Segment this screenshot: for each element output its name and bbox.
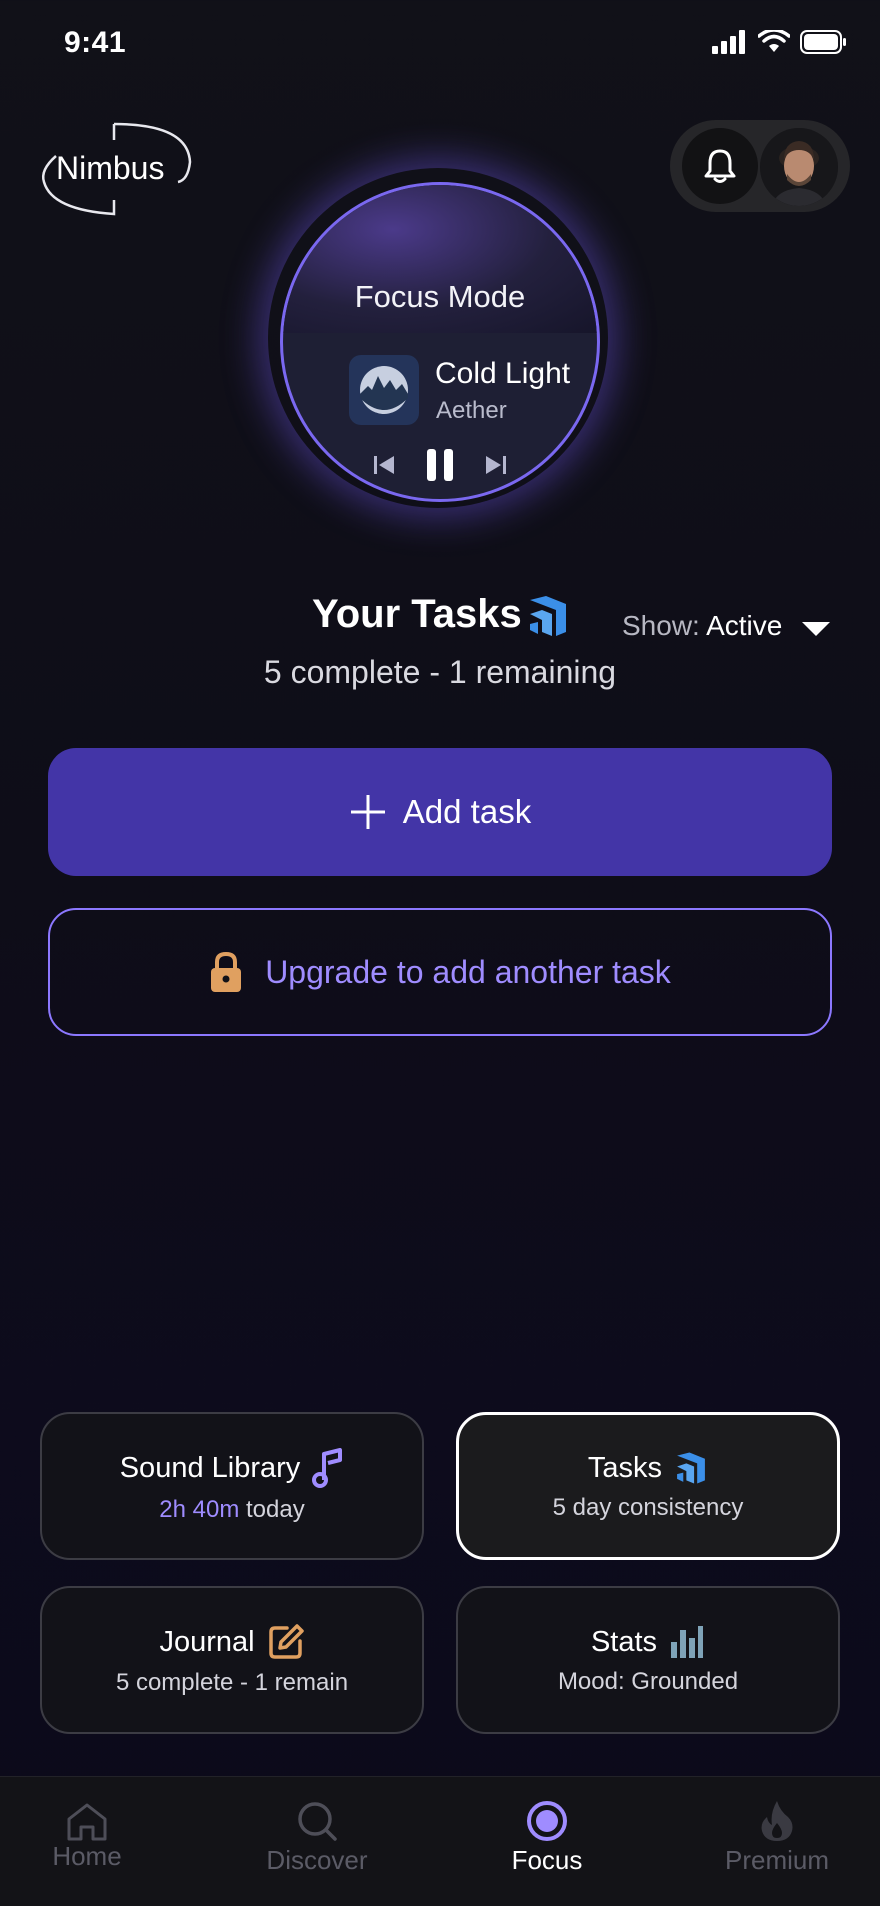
filter-dropdown[interactable]: Show: Active [622,610,782,642]
song-title: Cold Light [435,357,571,390]
app-logo: Nimbus [56,150,165,186]
journal-sub: 5 complete - 1 remain [115,1669,349,1696]
bell-icon [704,149,736,183]
status-icons [712,30,848,54]
chevron-down-icon[interactable] [802,622,830,638]
journal-title: Journal [159,1625,255,1658]
tasks-card[interactable]: Tasks 5 day consistency [456,1412,840,1560]
home-icon [67,1803,107,1841]
nav-focus-label: Focus [511,1845,583,1875]
stats-title-row: Stats [591,1624,705,1660]
music-note-icon [312,1448,343,1488]
focus-player[interactable]: Focus Mode Cold Light Aether [280,182,600,502]
listening-time: 2h 40m [159,1496,240,1523]
stats-icon [671,1626,704,1658]
wifi-icon [758,30,790,52]
stats-sub: Mood: Grounded [557,1668,739,1695]
playback-controls [283,447,597,483]
avatar-image [760,128,838,206]
tasks-logo-icon [677,1452,705,1484]
upgrade-label: Upgrade to add another task [265,953,671,990]
nav-home[interactable]: Home [0,1777,177,1906]
notifications-button[interactable] [682,128,758,204]
tasks-card-title-row: Tasks [588,1450,708,1486]
add-task-label: Add task [402,793,532,830]
nav-premium-label: Premium [724,1845,829,1875]
focus-mode-title: Focus Mode [354,279,526,314]
plus-icon [350,795,385,829]
lock-icon [211,951,242,992]
edit-icon [268,1624,304,1659]
sound-library-title-row: Sound Library [120,1448,345,1488]
sound-library-card[interactable]: Sound Library 2h 40m today [40,1412,424,1560]
search-icon [298,1802,337,1841]
tasks-title: Your Tasks [312,592,522,636]
nav-discover[interactable]: Discover [227,1777,407,1906]
journal-card[interactable]: Journal 5 complete - 1 remain [40,1586,424,1734]
filter-value: Active [706,610,783,641]
nav-discover-label: Discover [266,1845,368,1875]
listening-time-suffix: today [239,1496,305,1523]
tasks-card-title: Tasks [587,1451,663,1484]
album-art-image [360,366,408,414]
next-icon[interactable] [484,453,508,477]
album-art [349,355,419,425]
tasks-card-sub: 5 day consistency [552,1494,744,1521]
avatar[interactable] [760,128,838,206]
sound-library-title: Sound Library [119,1451,301,1484]
pause-icon[interactable] [424,447,456,483]
journal-title-row: Journal [159,1623,304,1661]
upgrade-button[interactable]: Upgrade to add another task [48,908,832,1036]
status-time: 9:41 [64,26,127,59]
battery-icon [800,30,846,54]
sound-library-sub: 2h 40m today [159,1496,304,1524]
tasks-summary: 5 complete - 1 remaining [263,654,617,690]
signal-icon [712,30,745,54]
stats-card[interactable]: Stats Mood: Grounded [456,1586,840,1734]
flame-icon [761,1801,793,1841]
add-task-button[interactable]: Add task [48,748,832,876]
filter-label: Show: [622,610,700,641]
artist-name: Aether [436,397,507,424]
tasks-logo-icon [530,596,566,636]
nav-home-label: Home [52,1841,122,1871]
bottom-nav: Home Discover Focus Premium [0,1776,880,1906]
focus-icon [527,1801,567,1841]
nav-premium[interactable]: Premium [687,1777,867,1906]
prev-icon[interactable] [372,453,396,477]
stats-title: Stats [590,1625,658,1658]
nav-focus[interactable]: Focus [457,1777,637,1906]
